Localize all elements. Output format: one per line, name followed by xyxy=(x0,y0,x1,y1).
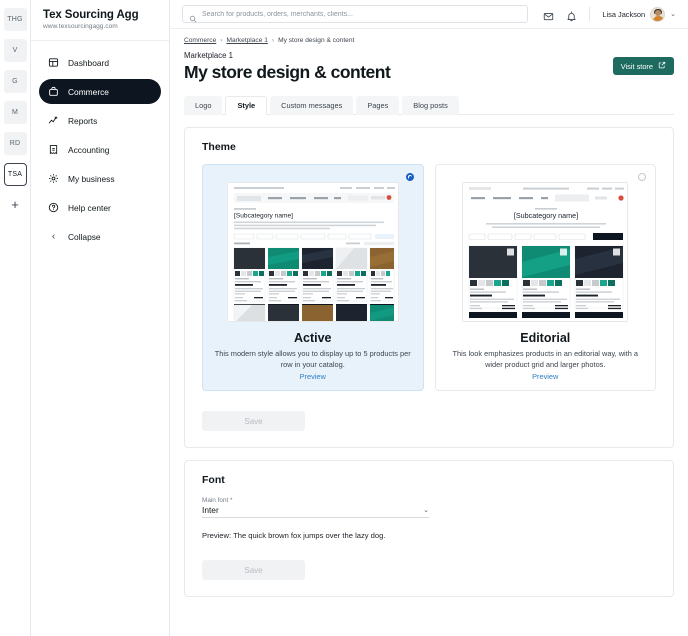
sidebar-label: Dashboard xyxy=(68,57,109,68)
theme-thumbnail-active-svg: [Subcategory name] xyxy=(227,183,398,321)
sidebar-label: Accounting xyxy=(68,144,110,155)
org-chip-rd[interactable]: RD xyxy=(3,132,27,155)
theme-section-title: Theme xyxy=(202,141,236,153)
org-chip-g[interactable]: G xyxy=(3,70,27,93)
main-area: Lisa Jackson ⌄ Commerce › Marketplace 1 … xyxy=(170,0,688,636)
tab-style[interactable]: Style xyxy=(225,96,268,115)
chevron-down-icon: ⌄ xyxy=(670,11,676,18)
font-save-button[interactable]: Save xyxy=(202,560,305,581)
tab-blog-posts[interactable]: Blog posts xyxy=(402,96,459,115)
breadcrumb-item-commerce[interactable]: Commerce xyxy=(184,37,216,44)
sidebar: Tex Sourcing Agg www.texsourcingagg.com … xyxy=(31,0,170,636)
receipt-icon xyxy=(48,144,59,155)
chart-icon xyxy=(48,115,59,126)
top-icon-group: Lisa Jackson ⌄ xyxy=(543,6,676,22)
sidebar-item-my-business[interactable]: My business xyxy=(39,166,161,191)
tab-logo[interactable]: Logo xyxy=(184,96,223,115)
org-switcher-rail: THG V G M RD TSA + xyxy=(0,0,31,636)
brand-url: www.texsourcingagg.com xyxy=(43,23,118,30)
org-chip-m[interactable]: M xyxy=(3,101,27,124)
brand-block: Tex Sourcing Agg www.texsourcingagg.com xyxy=(31,0,169,41)
visit-store-button[interactable]: Visit store xyxy=(612,57,674,75)
sidebar-item-dashboard[interactable]: Dashboard xyxy=(39,50,161,75)
sidebar-label: My business xyxy=(68,173,115,184)
page-header: Marketplace 1 My store design & content … xyxy=(184,51,674,83)
search-icon xyxy=(189,10,197,23)
theme-description-active: This modern style allows you to display … xyxy=(214,349,411,369)
visit-store-label: Visit store xyxy=(620,61,653,71)
sidebar-label: Help center xyxy=(68,202,111,213)
svg-text:[Subcategory name]: [Subcategory name] xyxy=(234,213,293,220)
breadcrumb: Commerce › Marketplace 1 › My store desi… xyxy=(184,29,674,51)
external-link-icon xyxy=(658,61,666,71)
main-font-select[interactable]: Inter ⌄ xyxy=(202,505,429,519)
font-section-title: Font xyxy=(202,474,225,487)
theme-option-editorial[interactable]: [Subcategory name] Editorial This look e… xyxy=(434,164,656,392)
sidebar-collapse-button[interactable]: ‹ Collapse xyxy=(39,224,161,249)
page-subtitle: Marketplace 1 xyxy=(184,51,233,60)
global-search[interactable] xyxy=(182,5,529,23)
chevron-down-icon: ⌄ xyxy=(423,507,429,515)
sidebar-item-reports[interactable]: Reports xyxy=(39,108,161,133)
theme-name-editorial: Editorial xyxy=(520,331,571,345)
avatar xyxy=(650,6,666,22)
main-font-label: Main font * xyxy=(202,497,233,505)
dashboard-icon xyxy=(48,57,59,68)
sidebar-nav: Dashboard Commerce Reports Accounting My… xyxy=(31,41,169,249)
theme-thumbnail-editorial-svg: [Subcategory name] xyxy=(463,183,628,321)
page-header-text: Marketplace 1 My store design & content xyxy=(184,51,391,83)
org-chip-tsa[interactable]: TSA xyxy=(3,163,27,186)
theme-thumbnail-editorial: [Subcategory name] xyxy=(462,182,629,322)
main-font-value: Inter xyxy=(202,505,219,516)
question-circle-icon xyxy=(48,202,59,213)
theme-save-button[interactable]: Save xyxy=(202,411,305,432)
font-card-section: Font Main font * Inter ⌄ Preview: The qu… xyxy=(184,460,674,598)
theme-option-active[interactable]: [Subcategory name] Active This modern st… xyxy=(202,164,424,392)
app-root: THG V G M RD TSA + Tex Sourcing Agg www.… xyxy=(0,0,688,636)
theme-thumbnail-active: [Subcategory name] xyxy=(226,182,399,322)
divider xyxy=(589,7,591,21)
sidebar-item-commerce[interactable]: Commerce xyxy=(39,79,161,104)
theme-description-editorial: This look emphasizes products in an edit… xyxy=(452,349,639,369)
theme-preview-link-active[interactable]: Preview xyxy=(210,372,416,381)
sidebar-label: Reports xyxy=(68,115,98,126)
gear-icon xyxy=(48,173,59,184)
page-content: Commerce › Marketplace 1 › My store desi… xyxy=(170,29,688,636)
breadcrumb-item-marketplace[interactable]: Marketplace 1 xyxy=(226,37,267,44)
theme-name-active: Active xyxy=(293,331,332,345)
mail-icon[interactable] xyxy=(543,9,554,20)
page-title: My store design & content xyxy=(184,62,391,82)
breadcrumb-separator: › xyxy=(271,37,275,44)
tab-pages[interactable]: Pages xyxy=(356,96,400,115)
theme-preview-link-editorial[interactable]: Preview xyxy=(443,372,649,381)
org-chip-v[interactable]: V xyxy=(3,39,27,62)
bell-icon[interactable] xyxy=(566,9,577,21)
search-input[interactable] xyxy=(202,10,522,18)
svg-text:[Subcategory name]: [Subcategory name] xyxy=(514,211,578,220)
org-chip-thg[interactable]: THG xyxy=(3,8,27,31)
sidebar-label: Commerce xyxy=(68,86,109,97)
tab-custom-messages[interactable]: Custom messages xyxy=(270,96,354,115)
briefcase-icon xyxy=(48,86,59,97)
breadcrumb-separator: › xyxy=(220,37,223,44)
font-preview-text: Preview: The quick brown fox jumps over … xyxy=(202,531,386,541)
breadcrumb-item-current: My store design & content xyxy=(278,37,355,44)
theme-card-section: Theme [Subcategory name] Active This mod… xyxy=(184,127,674,449)
chevron-left-icon: ‹ xyxy=(51,231,56,242)
brand-name: Tex Sourcing Agg xyxy=(43,9,139,21)
top-bar: Lisa Jackson ⌄ xyxy=(170,0,688,29)
add-org-button[interactable]: + xyxy=(4,194,27,214)
user-name: Lisa Jackson xyxy=(602,9,646,19)
theme-options-grid: [Subcategory name] Active This modern st… xyxy=(202,164,656,392)
user-menu[interactable]: Lisa Jackson ⌄ xyxy=(602,6,676,22)
sidebar-item-accounting[interactable]: Accounting xyxy=(39,137,161,162)
sidebar-item-help-center[interactable]: Help center xyxy=(39,195,161,220)
sidebar-collapse-label: Collapse xyxy=(68,231,101,242)
theme-radio-active[interactable] xyxy=(405,173,414,181)
tab-bar: Logo Style Custom messages Pages Blog po… xyxy=(184,95,674,115)
theme-radio-editorial[interactable] xyxy=(638,173,646,181)
